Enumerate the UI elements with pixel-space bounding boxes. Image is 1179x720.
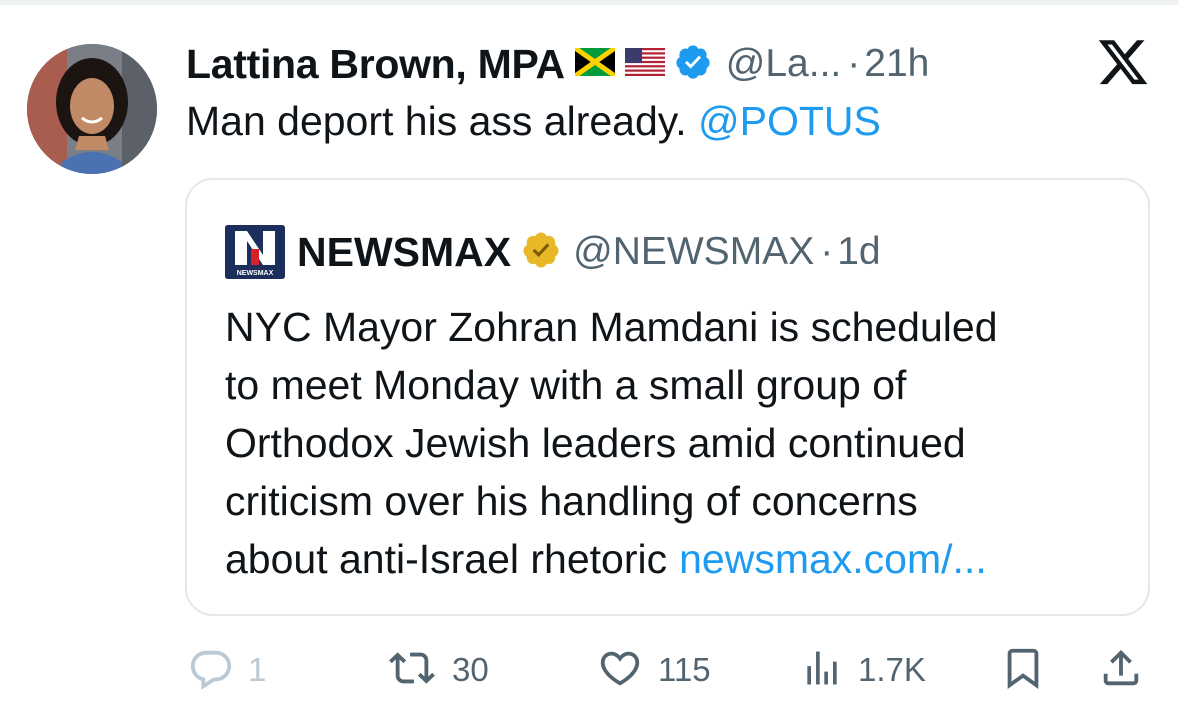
- quoted-text-line: Orthodox Jewish leaders amid continued: [225, 420, 966, 466]
- mention-link[interactable]: @POTUS: [698, 98, 881, 144]
- newsmax-avatar[interactable]: NEWSMAX: [225, 225, 285, 279]
- quoted-author-handle[interactable]: @NEWSMAX: [573, 230, 814, 274]
- quoted-author-name[interactable]: NEWSMAX: [297, 229, 511, 276]
- views-count: 1.7K: [858, 651, 926, 688]
- quoted-text-line: criticism over his handling of concerns: [225, 478, 918, 524]
- jamaica-flag-icon: [573, 45, 617, 81]
- quoted-tweet-time[interactable]: 1d: [837, 230, 880, 274]
- share-button[interactable]: [1098, 630, 1144, 710]
- quoted-tweet-text: NYC Mayor Zohran Mamdani is scheduled to…: [225, 298, 1125, 588]
- views-icon: [800, 645, 844, 696]
- quoted-text-line: NYC Mayor Zohran Mamdani is scheduled: [225, 304, 998, 350]
- retweet-icon: [386, 645, 438, 696]
- tweet-text-body: Man deport his ass already.: [186, 98, 698, 144]
- x-logo-icon[interactable]: [1096, 40, 1150, 90]
- like-count: 115: [658, 651, 711, 688]
- reply-button[interactable]: 1: [188, 630, 266, 710]
- bookmark-icon: [1000, 645, 1046, 696]
- reply-icon: [188, 645, 234, 696]
- retweet-count: 30: [452, 651, 489, 688]
- top-divider: [0, 0, 1179, 5]
- us-flag-icon: [624, 47, 665, 81]
- article-link[interactable]: newsmax.com/...: [679, 536, 987, 582]
- quoted-tweet-header: NEWSMAX NEWSMAX @NEWSMAX · 1d: [225, 225, 881, 279]
- avatar-photo: [27, 44, 157, 174]
- reply-count: 1: [248, 651, 267, 688]
- verified-badge-icon[interactable]: [674, 43, 712, 86]
- views-button[interactable]: 1.7K: [800, 630, 926, 710]
- tweet-header: Lattina Brown, MPA @La... · 21h: [186, 36, 929, 92]
- heart-icon: [596, 645, 644, 696]
- bookmark-button[interactable]: [1000, 630, 1046, 710]
- quoted-meta-separator: ·: [820, 230, 834, 273]
- author-avatar[interactable]: [27, 44, 157, 174]
- quoted-text-last-line: about anti-Israel rhetoric newsmax.com/..…: [225, 530, 1125, 588]
- tweet-time[interactable]: 21h: [864, 42, 929, 86]
- retweet-button[interactable]: 30: [386, 630, 489, 710]
- tweet-action-bar: 1 30 115 1.7K: [0, 630, 1179, 710]
- author-name[interactable]: Lattina Brown, MPA: [186, 41, 565, 88]
- quoted-text-line: to meet Monday with a small group of: [225, 362, 907, 408]
- share-icon: [1098, 645, 1144, 696]
- tweet-text: Man deport his ass already. @POTUS: [186, 98, 881, 145]
- author-handle[interactable]: @La...: [726, 42, 841, 86]
- quoted-tweet-card[interactable]: NEWSMAX NEWSMAX @NEWSMAX · 1d NYC Mayor …: [185, 178, 1150, 616]
- meta-separator: ·: [847, 42, 861, 85]
- gold-verified-badge-icon[interactable]: [521, 230, 561, 275]
- quoted-text-line: about anti-Israel rhetoric: [225, 536, 668, 582]
- like-button[interactable]: 115: [596, 630, 711, 710]
- newsmax-logo-caption: NEWSMAX: [236, 270, 274, 277]
